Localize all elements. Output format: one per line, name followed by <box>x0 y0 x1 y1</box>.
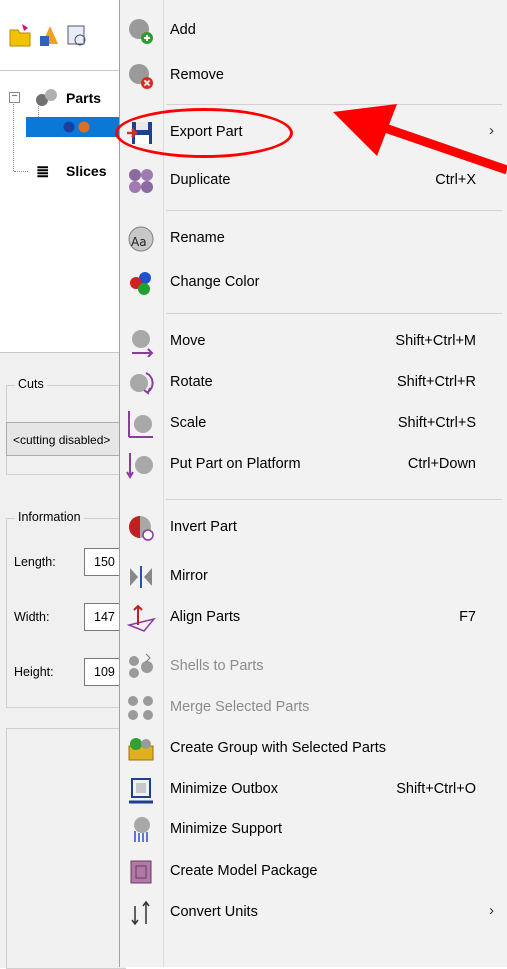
view-icon[interactable] <box>66 22 86 48</box>
information-group-title: Information <box>15 510 84 524</box>
menu-item-label: Invert Part <box>170 519 237 535</box>
menu-separator <box>166 499 502 500</box>
add-icon <box>129 19 153 44</box>
part-icon <box>63 121 90 133</box>
length-label: Length: <box>14 555 56 569</box>
menu-separator <box>166 313 502 314</box>
menu-item-rename[interactable]: Aa Rename <box>120 219 506 259</box>
duplicate-icon <box>129 169 153 193</box>
menu-item-invert-part[interactable]: Invert Part <box>120 508 506 548</box>
menu-item-label: Rotate <box>170 374 213 390</box>
menu-item-label: Duplicate <box>170 172 231 188</box>
outbox-icon <box>129 778 153 804</box>
menu-item-mirror[interactable]: Mirror <box>120 557 506 597</box>
cut-select[interactable]: <cutting disabled> <box>6 422 125 456</box>
menu-item-minimize-outbox[interactable]: Minimize Outbox Shift+Ctrl+O <box>120 770 506 810</box>
platform-icon <box>126 453 153 479</box>
menu-item-label: Change Color <box>170 274 260 290</box>
menu-item-label: Create Model Package <box>170 863 318 879</box>
height-label: Height: <box>14 665 54 679</box>
parts-tree: − Parts ≣ Slices <box>0 70 125 353</box>
menu-item-label: Put Part on Platform <box>170 456 301 472</box>
menu-item-label: Scale <box>170 415 207 431</box>
merge-icon <box>128 696 153 720</box>
rotate-icon <box>130 372 154 395</box>
menu-item-label: Shells to Parts <box>170 658 264 674</box>
package-icon <box>130 860 152 884</box>
group-icon <box>128 738 154 761</box>
tree-label-slices: Slices <box>66 163 107 179</box>
menu-item-scale[interactable]: Scale Shift+Ctrl+S <box>120 404 506 444</box>
move-icon <box>132 330 154 357</box>
menu-item-minimize-support[interactable]: Minimize Support <box>120 810 506 850</box>
menu-separator <box>166 210 502 211</box>
menu-item-create-group[interactable]: Create Group with Selected Parts <box>120 729 506 769</box>
menu-item-rotate[interactable]: Rotate Shift+Ctrl+R <box>120 363 506 403</box>
main-toolbar <box>0 0 125 70</box>
menu-item-label: Create Group with Selected Parts <box>170 740 386 756</box>
tree-connector <box>14 171 28 172</box>
menu-item-add[interactable]: Add <box>120 11 506 51</box>
cuts-group-title: Cuts <box>15 377 47 391</box>
menu-item-label: Move <box>170 333 206 349</box>
collapse-toggle-icon[interactable]: − <box>9 92 20 103</box>
remove-icon <box>129 64 153 89</box>
menu-item-shortcut: Shift+Ctrl+O <box>396 781 476 797</box>
tree-item-selected-part[interactable] <box>26 117 125 137</box>
menu-item-label: Mirror <box>170 568 208 584</box>
menu-item-align-parts[interactable]: Align Parts F7 <box>120 598 506 638</box>
parts-icon <box>36 89 57 106</box>
tree-label-parts: Parts <box>66 90 102 106</box>
menu-item-label: Remove <box>170 67 224 83</box>
menu-item-label: Add <box>170 22 196 38</box>
units-icon <box>131 900 150 926</box>
menu-item-move[interactable]: Move Shift+Ctrl+M <box>120 322 506 362</box>
submenu-arrow-icon: › <box>489 902 494 919</box>
mirror-icon <box>130 566 152 588</box>
slices-icon: ≣ <box>36 164 50 181</box>
menu-item-shells-to-parts[interactable]: Shells to Parts <box>120 647 506 687</box>
menu-item-merge-selected-parts[interactable]: Merge Selected Parts <box>120 688 506 728</box>
align-icon <box>126 604 156 632</box>
menu-item-put-part-on-platform[interactable]: Put Part on Platform Ctrl+Down <box>120 445 506 485</box>
scale-icon <box>128 411 153 438</box>
menu-item-shortcut: Shift+Ctrl+R <box>397 374 476 390</box>
menu-item-label: Rename <box>170 230 225 246</box>
invert-icon <box>129 516 154 541</box>
open-folder-icon[interactable] <box>8 22 32 48</box>
add-primitives-icon[interactable] <box>38 22 62 48</box>
shells-icon <box>129 653 153 678</box>
menu-item-convert-units[interactable]: Convert Units › <box>120 893 506 933</box>
menu-item-shortcut: Shift+Ctrl+S <box>397 415 476 431</box>
menu-item-label: Minimize Support <box>170 821 283 837</box>
menu-item-change-color[interactable]: Change Color <box>120 263 506 303</box>
menu-item-remove[interactable]: Remove <box>120 56 506 96</box>
lower-panel <box>6 728 126 969</box>
menu-item-shortcut: F7 <box>459 609 476 625</box>
annotation-circle <box>115 108 293 158</box>
tree-connector <box>13 101 14 171</box>
menu-item-shortcut: Ctrl+Down <box>407 456 476 472</box>
rename-icon: Aa <box>128 226 154 252</box>
svg-text:Aa: Aa <box>131 235 147 249</box>
menu-item-create-model-package[interactable]: Create Model Package <box>120 852 506 892</box>
menu-item-label: Convert Units <box>170 904 258 920</box>
menu-item-label: Merge Selected Parts <box>170 699 310 715</box>
menu-item-shortcut: Shift+Ctrl+M <box>395 333 476 349</box>
color-dots-icon <box>130 272 151 295</box>
support-icon <box>134 817 150 842</box>
width-label: Width: <box>14 610 50 624</box>
annotation-arrow-icon <box>333 104 507 175</box>
menu-item-label: Align Parts <box>170 609 241 625</box>
menu-item-label: Minimize Outbox <box>170 781 278 797</box>
